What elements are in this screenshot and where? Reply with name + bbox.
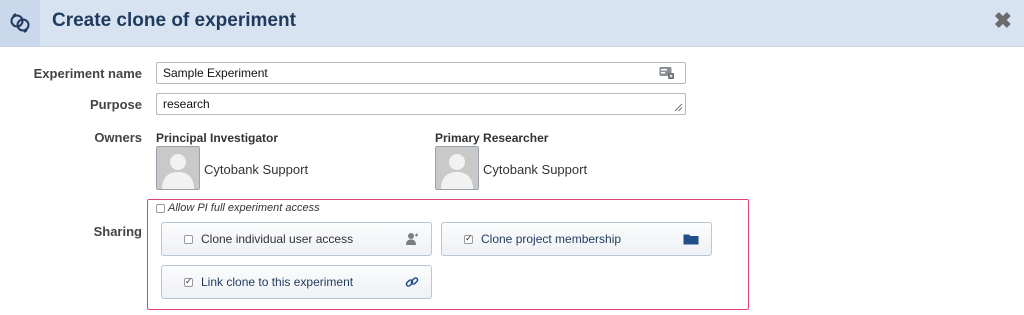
close-icon[interactable]: ✖ — [994, 9, 1012, 33]
user-avatar-icon — [436, 147, 478, 189]
experiment-name-label: Experiment name — [33, 66, 142, 81]
experiment-name-value: Sample Experiment — [163, 66, 268, 80]
clone-project-membership-label: Clone project membership — [481, 232, 622, 246]
primary-researcher-avatar — [435, 146, 479, 190]
pi-name: Cytobank Support — [204, 162, 309, 177]
clone-icon — [10, 13, 30, 33]
experiment-name-input[interactable]: Sample Experiment — [156, 62, 686, 84]
purpose-value: research — [163, 97, 210, 111]
dialog-title: Create clone of experiment — [52, 10, 296, 31]
card-icon[interactable] — [659, 66, 675, 80]
owners-label: Owners — [94, 130, 142, 145]
link-icon — [405, 277, 419, 287]
clone-project-membership-checkbox[interactable] — [464, 233, 473, 244]
allow-pi-checkbox-row[interactable]: Allow PI full experiment access — [156, 202, 320, 214]
folder-icon — [683, 234, 699, 245]
pi-title: Principal Investigator — [156, 131, 279, 145]
purpose-label: Purpose — [89, 97, 142, 112]
purpose-textarea[interactable]: research — [156, 93, 686, 115]
pi-avatar — [156, 146, 200, 190]
allow-pi-label: Allow PI full experiment access — [168, 202, 320, 214]
link-clone-option[interactable]: Link clone to this experiment — [161, 265, 432, 299]
primary-researcher-title: Primary Researcher — [435, 131, 549, 145]
user-avatar-icon — [157, 147, 199, 189]
clone-user-access-option[interactable]: Clone individual user access — [161, 222, 432, 256]
allow-pi-checkbox[interactable] — [156, 203, 165, 213]
link-clone-checkbox[interactable] — [184, 276, 193, 287]
primary-researcher-name: Cytobank Support — [483, 162, 588, 177]
clone-icon-box — [0, 0, 40, 46]
sharing-label: Sharing — [93, 224, 142, 239]
link-clone-label: Link clone to this experiment — [201, 275, 354, 289]
clone-user-access-checkbox[interactable] — [184, 234, 193, 244]
resize-handle-icon[interactable] — [674, 103, 683, 112]
clone-user-access-label: Clone individual user access — [201, 232, 354, 246]
dialog-header: Create clone of experiment ✖ — [0, 0, 1024, 47]
user-icon — [406, 233, 418, 245]
clone-project-membership-option[interactable]: Clone project membership — [441, 222, 712, 256]
